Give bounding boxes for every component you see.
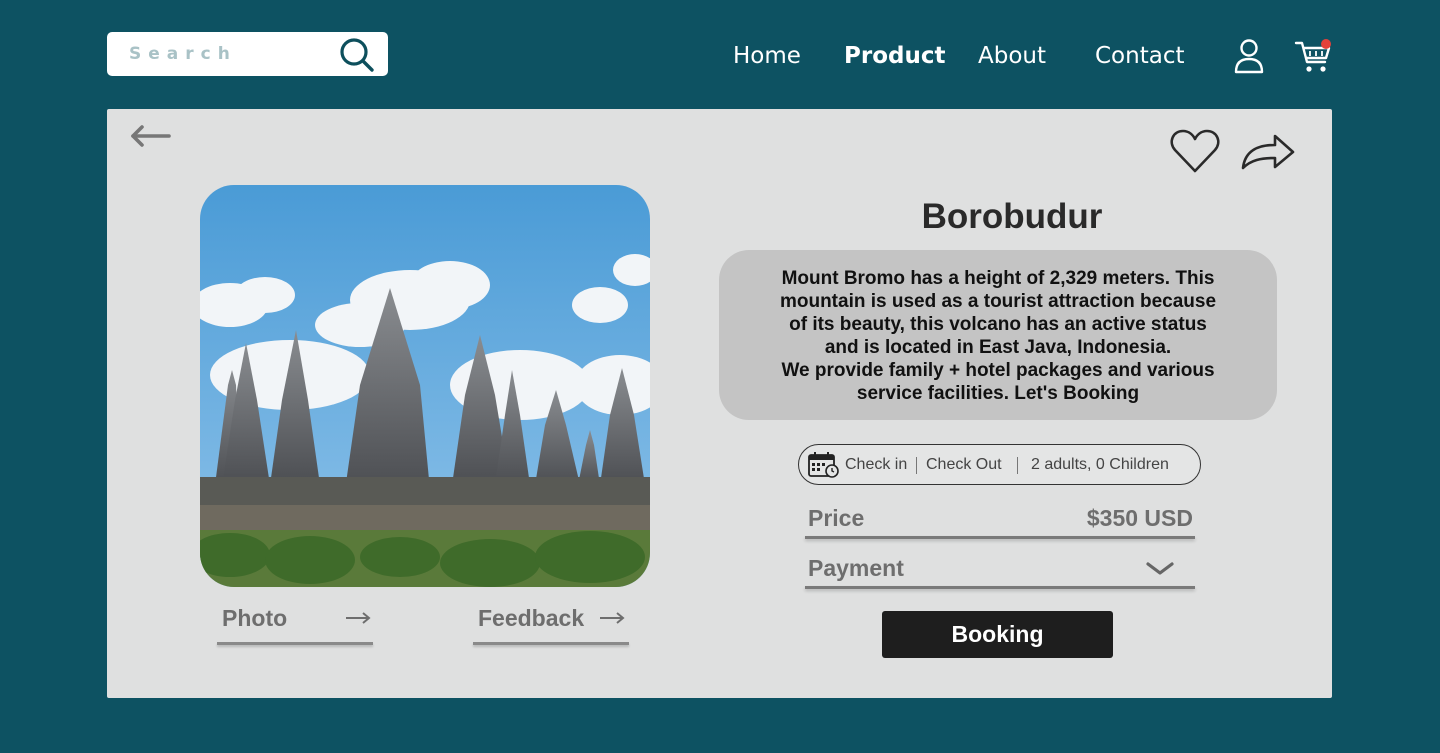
check-in-field[interactable]: Check in (845, 456, 907, 474)
product-description: Mount Bromo has a height of 2,329 meters… (719, 250, 1277, 420)
tab-photo-label: Photo (222, 605, 288, 631)
price-label: Price (808, 505, 865, 531)
check-out-field[interactable]: Check Out (926, 456, 1002, 474)
search-input[interactable] (129, 42, 329, 66)
price-underline (805, 536, 1195, 539)
description-line: mountain is used as a tourist attraction… (779, 291, 1217, 312)
price-row: Price $350 USD (805, 501, 1195, 539)
arrow-right-icon (346, 612, 371, 624)
heart-icon[interactable] (1169, 129, 1221, 175)
product-photo (200, 185, 650, 587)
nav-contact[interactable]: Contact (1095, 40, 1184, 72)
tab-feedback-label: Feedback (478, 605, 585, 631)
back-arrow-icon[interactable] (129, 125, 171, 147)
share-icon[interactable] (1241, 133, 1295, 171)
chevron-down-icon[interactable] (1145, 561, 1175, 577)
separator (916, 457, 917, 474)
tab-photo-underline (217, 642, 373, 645)
description-line: Mount Bromo has a height of 2,329 meters… (781, 268, 1215, 289)
payment-underline (805, 586, 1195, 589)
separator (1017, 457, 1018, 474)
product-title: Borobudur (921, 197, 1103, 236)
guests-field[interactable]: 2 adults, 0 Children (1031, 456, 1169, 474)
price-value: $350 USD (1086, 505, 1193, 531)
description-line: of its beauty, this volcano has an activ… (789, 314, 1207, 335)
payment-dropdown[interactable]: Payment (805, 551, 1195, 589)
booking-button[interactable]: Booking (882, 611, 1113, 658)
description-line: We provide family + hotel packages and v… (781, 360, 1215, 381)
payment-label: Payment (808, 555, 904, 581)
product-card: Photo Feedback Borobudur Mount Bromo has… (107, 109, 1332, 698)
tab-photo[interactable]: Photo (217, 599, 373, 645)
nav-about[interactable]: About (978, 40, 1046, 72)
nav-home[interactable]: Home (733, 40, 801, 72)
description-line: and is located in East Java, Indonesia. (824, 337, 1172, 358)
cart-notification-dot (1321, 39, 1331, 49)
tab-feedback[interactable]: Feedback (473, 599, 629, 645)
user-icon[interactable] (1232, 38, 1266, 74)
calendar-icon (808, 452, 839, 478)
tab-feedback-underline (473, 642, 629, 645)
booking-date-guests-selector[interactable]: Check in Check Out 2 adults, 0 Children (798, 444, 1201, 485)
arrow-right-icon (600, 612, 625, 624)
description-line: service facilities. Let's Booking (856, 383, 1140, 404)
nav-product[interactable]: Product (844, 40, 945, 72)
cart-icon[interactable] (1294, 38, 1334, 74)
search-icon[interactable] (339, 37, 375, 73)
